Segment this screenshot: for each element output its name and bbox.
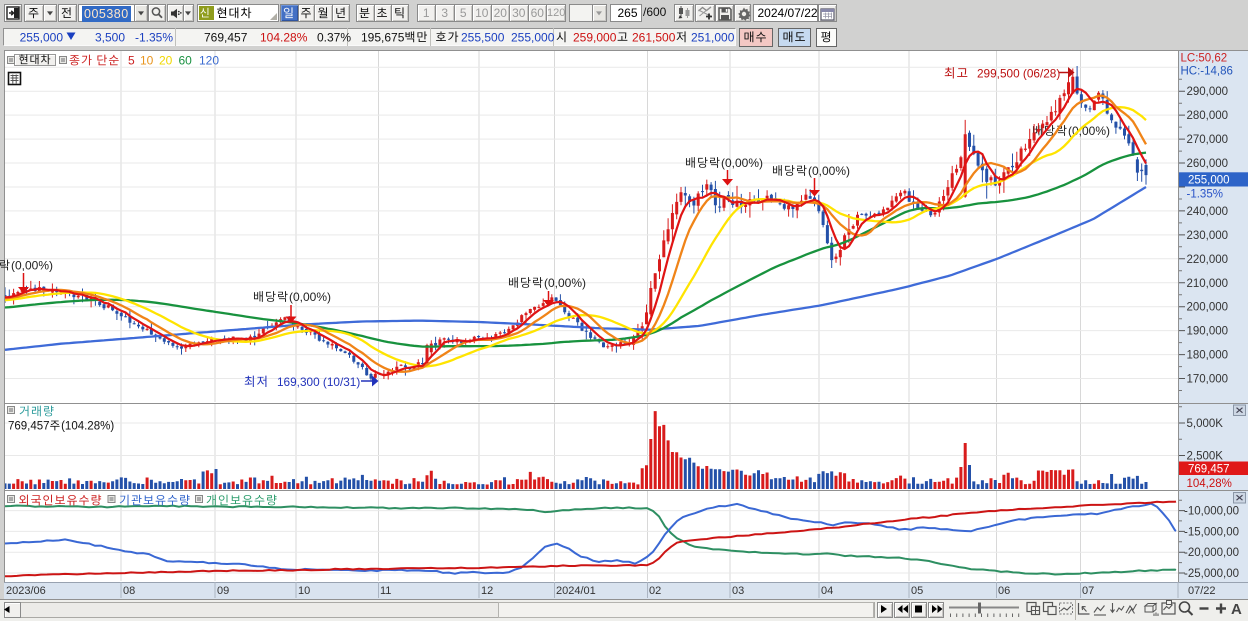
svg-text:-1.35%: -1.35% [1187,189,1223,201]
svg-text:769,457: 769,457 [204,30,248,44]
svg-text:HC:-14,86: HC:-14,86 [1181,66,1233,78]
svg-text:-1.35%: -1.35% [135,30,173,44]
svg-text:220,000: 220,000 [1187,254,1229,266]
svg-text:255,500: 255,500 [461,30,505,44]
svg-text:769,457: 769,457 [8,421,50,433]
svg-text:270,000: 270,000 [1187,134,1229,146]
svg-text:(0,00%): (0,00%) [721,156,763,170]
svg-text:260,000: 260,000 [1187,158,1229,170]
svg-text:104,28%: 104,28% [1187,478,1232,490]
svg-text:(0,00%): (0,00%) [11,259,53,273]
svg-text:07: 07 [1082,585,1094,597]
svg-text:169,300 (10/31): 169,300 (10/31) [277,375,360,389]
svg-text:10: 10 [140,54,154,68]
svg-text:09: 09 [217,585,229,597]
svg-text:195,675: 195,675 [361,30,405,44]
svg-text:240,000: 240,000 [1187,206,1229,218]
svg-text:190,000: 190,000 [1187,326,1229,338]
svg-text:04: 04 [821,585,833,597]
svg-text:2024/01: 2024/01 [556,585,596,597]
svg-text:290,000: 290,000 [1187,86,1229,98]
svg-text:0.37%: 0.37% [317,30,351,44]
svg-text:210,000: 210,000 [1187,278,1229,290]
svg-text:10: 10 [298,585,310,597]
svg-text:180,000: 180,000 [1187,350,1229,362]
svg-text:LC:50,62: LC:50,62 [1181,53,1228,65]
svg-text:-15,000,00: -15,000,00 [1184,526,1239,538]
svg-text:299,500 (06/28): 299,500 (06/28) [977,67,1060,81]
svg-text:A: A [1231,601,1242,618]
svg-text:2,500K: 2,500K [1187,451,1224,463]
svg-text:251,000: 251,000 [691,30,735,44]
svg-text:05: 05 [911,585,923,597]
svg-text:5: 5 [128,54,135,68]
svg-text:170,000: 170,000 [1187,374,1229,386]
svg-text:3,500: 3,500 [95,30,125,44]
svg-text:03: 03 [732,585,744,597]
svg-text:02: 02 [649,585,661,597]
svg-text:-10,000,00: -10,000,00 [1184,506,1239,518]
svg-text:11: 11 [380,585,391,597]
svg-text:261,500: 261,500 [632,30,676,44]
svg-text:(0,00%): (0,00%) [808,164,850,178]
svg-text:(104.28%): (104.28%) [61,421,114,433]
svg-text:230,000: 230,000 [1187,230,1229,242]
svg-text:104.28%: 104.28% [260,30,308,44]
svg-text:280,000: 280,000 [1187,110,1229,122]
svg-text:255,000: 255,000 [1188,175,1230,187]
svg-text:(0,00%): (0,00%) [289,290,331,304]
svg-text:08: 08 [123,585,135,597]
svg-text:769,457: 769,457 [1188,464,1230,476]
svg-text:255,000: 255,000 [511,30,555,44]
svg-text:2023/06: 2023/06 [6,585,46,597]
svg-text:20: 20 [159,54,173,68]
svg-text:120: 120 [199,54,219,68]
svg-text:259,000: 259,000 [573,30,617,44]
svg-text:5,000K: 5,000K [1187,418,1224,430]
svg-text:-20,000,00: -20,000,00 [1184,547,1239,559]
svg-text:07/22: 07/22 [1188,585,1216,597]
svg-text:12: 12 [481,585,493,597]
svg-text:200,000: 200,000 [1187,302,1229,314]
svg-text:(0,00%): (0,00%) [544,276,586,290]
svg-text:60: 60 [179,54,193,68]
svg-text:255,000: 255,000 [20,30,64,44]
svg-text:-25,000,00: -25,000,00 [1184,568,1239,580]
svg-text:06: 06 [998,585,1010,597]
